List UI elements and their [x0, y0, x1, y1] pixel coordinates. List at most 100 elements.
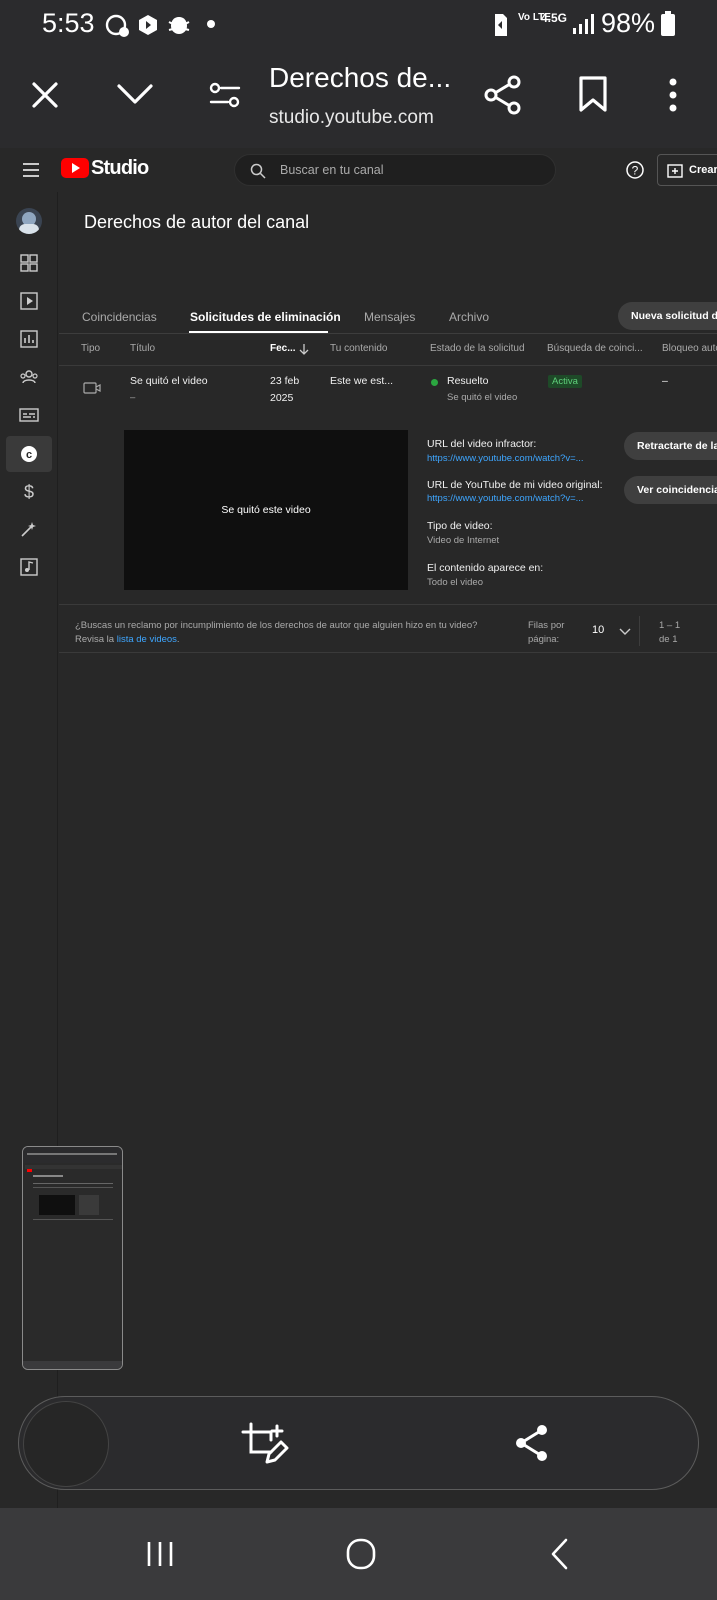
content-icon[interactable] [18, 290, 40, 312]
screenshot-action-bar [18, 1396, 699, 1490]
match-search-badge: Activa [548, 375, 582, 388]
status-dot-icon [431, 379, 438, 386]
video-preview-text: Se quitó este video [221, 504, 311, 516]
analytics-icon[interactable] [18, 328, 40, 350]
rows-per-page-label-1: Filas por [528, 620, 565, 631]
more-vert-icon[interactable] [666, 78, 680, 112]
create-button[interactable]: Crear [657, 154, 717, 186]
col-fecha[interactable]: Fec... [270, 343, 296, 354]
chevron-down-icon[interactable] [116, 82, 154, 106]
battery-icon [661, 11, 675, 36]
infringing-url-label: URL del video infractor: [427, 438, 537, 450]
col-tipo: Tipo [81, 343, 101, 354]
crop-edit-icon[interactable] [241, 1422, 289, 1466]
app-notification-icon [139, 15, 157, 35]
battery-percent: 98% [601, 8, 656, 38]
video-type-label: Tipo de video: [427, 520, 493, 532]
back-icon[interactable] [550, 1538, 570, 1570]
pagination-range-1: 1 – 1 [659, 620, 681, 631]
appears-in-value: Todo el video [427, 577, 483, 588]
pagination-range-2: de 1 [659, 634, 678, 645]
footer-divider [59, 652, 717, 653]
retract-button[interactable]: Retractarte de la [624, 432, 717, 460]
video-type-value: Video de Internet [427, 535, 500, 546]
dot-icon [207, 20, 215, 28]
table-row[interactable]: Se quitó el video – 23 feb 2025 Este we … [59, 366, 717, 416]
sim-icon [495, 14, 507, 36]
footer-review-suffix: . [176, 634, 180, 645]
search-icon [250, 163, 266, 179]
original-url-link[interactable]: https://www.youtube.com/watch?v=... [427, 493, 584, 504]
customization-icon[interactable] [18, 518, 40, 540]
youtube-logo-icon[interactable] [61, 158, 89, 178]
col-titulo: Título [130, 343, 156, 354]
video-preview: Se quitó este video [124, 430, 408, 590]
close-icon[interactable] [30, 80, 60, 110]
svg-text:c: c [26, 449, 32, 461]
dashboard-icon[interactable] [18, 252, 40, 274]
bookmark-icon[interactable] [578, 75, 608, 113]
tab-mensajes[interactable]: Mensajes [364, 310, 415, 324]
status-bar: 5:53 Vo LTE 4.5G 98% [0, 0, 717, 48]
search-input[interactable]: Buscar en tu canal [234, 154, 556, 186]
messenger-icon [105, 14, 129, 37]
capture-preview-circle[interactable] [23, 1401, 109, 1487]
share-icon[interactable] [515, 1424, 549, 1462]
row-title[interactable]: Se quitó el video [130, 375, 208, 387]
audio-library-icon[interactable] [18, 556, 40, 578]
system-navigation-bar [0, 1508, 717, 1600]
web-content: Studio Buscar en tu canal ? Crear c $ De… [0, 148, 717, 1508]
row-auto-block: – [662, 375, 668, 387]
svg-text:?: ? [632, 164, 639, 178]
help-icon[interactable]: ? [625, 160, 645, 180]
see-matches-button[interactable]: Ver coincidencias [624, 476, 717, 504]
tabs-divider [59, 333, 717, 334]
clock: 5:53 [42, 8, 95, 38]
browser-page-title: Derechos de... [269, 62, 452, 93]
search-placeholder: Buscar en tu canal [280, 163, 384, 177]
channel-avatar[interactable] [16, 208, 42, 234]
rows-per-page-select[interactable]: 10 [589, 622, 635, 642]
page-settings-icon[interactable] [209, 80, 241, 110]
network-label: 4.5G [541, 11, 568, 25]
bug-notification-icon [168, 17, 190, 34]
screenshot-thumbnail[interactable] [22, 1146, 123, 1370]
detail-divider [59, 604, 717, 605]
tab-solicitudes[interactable]: Solicitudes de eliminación [190, 310, 341, 324]
rows-per-page-value: 10 [592, 624, 605, 636]
footer-review-prefix: Revisa la [75, 634, 117, 645]
recent-apps-icon[interactable] [146, 1540, 174, 1568]
signal-icon [573, 14, 594, 34]
col-bloqueo: Bloqueo auto [662, 343, 717, 354]
browser-url[interactable]: studio.youtube.com [269, 107, 434, 129]
infringing-url-link[interactable]: https://www.youtube.com/watch?v=... [427, 453, 584, 464]
sort-down-arrow-icon[interactable] [299, 343, 309, 355]
community-icon[interactable] [18, 366, 40, 388]
video-list-link[interactable]: lista de videos [117, 634, 177, 645]
share-icon[interactable] [484, 75, 522, 115]
sidebar-item-copyright[interactable]: c [6, 436, 52, 472]
tab-archivo[interactable]: Archivo [449, 310, 489, 324]
monetization-icon[interactable]: $ [18, 480, 40, 502]
chevron-down-icon [619, 628, 631, 635]
row-status: Resuelto [447, 375, 489, 387]
subtitles-icon[interactable] [18, 404, 40, 426]
browser-toolbar: Derechos de... studio.youtube.com [0, 48, 717, 148]
new-request-button[interactable]: Nueva solicitud d [618, 302, 717, 330]
copyright-icon: c [21, 446, 37, 462]
row-date-line1: 23 feb [270, 375, 300, 387]
studio-logo-text: Studio [91, 157, 149, 179]
footer-question: ¿Buscas un reclamo por incumplimiento de… [75, 620, 478, 631]
col-estado: Estado de la solicitud [430, 343, 525, 354]
col-tu-contenido: Tu contenido [330, 343, 388, 354]
studio-header: Studio Buscar en tu canal ? Crear [0, 148, 717, 192]
rows-per-page-label-2: página: [528, 634, 560, 645]
pagination-divider [639, 616, 640, 646]
col-busqueda: Búsqueda de coinci... [547, 343, 643, 354]
home-icon[interactable] [346, 1538, 376, 1570]
create-video-icon [667, 164, 683, 178]
row-status-sub: Se quitó el video [447, 392, 518, 403]
hamburger-menu-icon[interactable] [22, 163, 40, 177]
create-label: Crear [689, 164, 717, 176]
tab-coincidencias[interactable]: Coincidencias [82, 310, 157, 324]
